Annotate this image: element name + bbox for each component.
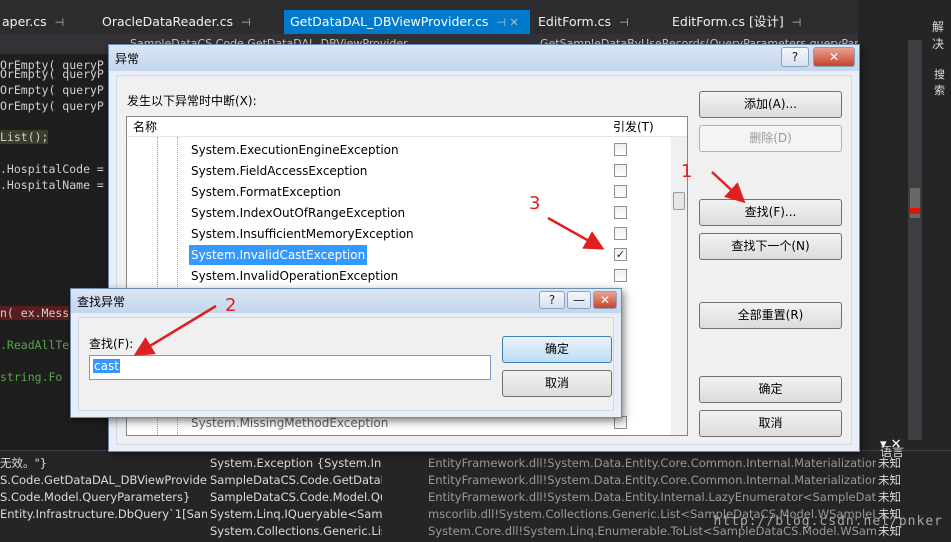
cell: EntityFramework.dll!System.Data.Entity.I… xyxy=(428,490,876,504)
minimize-button[interactable]: — xyxy=(567,291,591,309)
editor-scrollbar[interactable] xyxy=(908,40,922,440)
list-header: 名称 引发(T) xyxy=(127,117,687,137)
find-label: 查找(F): xyxy=(89,337,134,351)
tab-editform-designer[interactable]: EditForm.cs [设计] ⊣ xyxy=(666,10,807,34)
delete-button[interactable]: 删除(D) xyxy=(699,125,842,152)
cancel-button[interactable]: 取消 xyxy=(699,410,842,437)
close-button[interactable]: ✕ xyxy=(593,291,617,309)
dialog-title: 查找异常 xyxy=(77,295,126,309)
find-button[interactable]: 查找(F)... xyxy=(699,199,842,226)
list-item[interactable]: System.InvalidOperationException xyxy=(189,266,400,286)
cell: 未知 xyxy=(878,456,901,470)
tab-label: aper.cs xyxy=(2,14,47,29)
pin-icon[interactable]: ⊣ xyxy=(241,16,251,29)
list-item[interactable]: System.IndexOutOfRangeException xyxy=(189,203,407,223)
dialog-titlebar[interactable]: 查找异常 ? — ✕ xyxy=(71,289,621,313)
list-item[interactable]: System.FieldAccessException xyxy=(189,161,369,181)
code-line: n( ex.Mess xyxy=(0,306,70,320)
add-button[interactable]: 添加(A)... xyxy=(699,91,842,118)
search-label: 搜索 xyxy=(934,68,945,97)
tab-label: GetDataDAL_DBViewProvider.cs xyxy=(290,14,489,29)
column-header-name[interactable]: 名称 xyxy=(133,117,157,137)
thrown-checkbox[interactable] xyxy=(614,206,627,219)
code-line: OrEmpty( queryP xyxy=(0,83,104,97)
pin-icon[interactable]: ⊣ xyxy=(792,16,802,29)
pin-icon[interactable]: ⊣ xyxy=(55,16,65,29)
help-button[interactable]: ? xyxy=(781,47,809,67)
find-next-button[interactable]: 查找下一个(N) xyxy=(699,233,842,260)
cell: SampleDataCS.Code.Model.Que xyxy=(210,490,382,504)
pin-icon[interactable]: ⊣ xyxy=(619,16,629,29)
thrown-checkbox-checked[interactable]: ✓ xyxy=(614,248,627,261)
dialog-titlebar[interactable]: 异常 ? ✕ xyxy=(109,45,859,71)
table-row[interactable]: 无效。"} System.Exception {System.Invalid Ent… xyxy=(0,455,951,472)
cell: EntityFramework.dll!System.Data.Entity.C… xyxy=(428,456,876,470)
annotation-number: 3 xyxy=(529,193,541,214)
find-exception-dialog: 查找异常 ? — ✕ 查找(F): cast 确定 取消 2 xyxy=(70,288,622,418)
code-line: .HospitalName = xyxy=(0,178,104,192)
cell: S.Code.GetDataDAL_DBViewProvider} xyxy=(0,473,207,487)
scrollbar-thumb[interactable] xyxy=(673,192,685,210)
tab-oracle-data-reader[interactable]: OracleDataReader.cs ⊣ xyxy=(96,10,257,34)
code-line: .ReadAllTe xyxy=(0,338,70,352)
list-item[interactable]: System.InsufficientMemoryException xyxy=(189,224,416,244)
pane-title: 解决 xyxy=(932,20,945,51)
find-input[interactable]: cast xyxy=(89,355,491,380)
cell: System.Collections.Generic.List< xyxy=(210,524,382,538)
table-row[interactable]: S.Code.Model.QueryParameters} SampleDataC… xyxy=(0,489,951,506)
find-input-value: cast xyxy=(93,359,120,373)
editor-tab-bar: aper.cs ⊣ OracleDataReader.cs ⊣ GetDataDAL… xyxy=(0,0,951,34)
tab-label: OracleDataReader.cs xyxy=(102,14,233,29)
reset-all-button[interactable]: 全部重置(R) xyxy=(699,302,842,329)
tab-editform[interactable]: EditForm.cs ⊣ xyxy=(532,10,635,34)
list-item[interactable]: System.FormatException xyxy=(189,182,343,202)
tab-label: EditForm.cs xyxy=(538,14,612,29)
ok-button[interactable]: 确定 xyxy=(502,336,612,363)
cell: System.Linq.IQueryable<Sample xyxy=(210,507,382,521)
cell: SampleDataCS.Code.GetDataDAL xyxy=(210,473,382,487)
code-line: OrEmpty( queryP xyxy=(0,67,104,81)
help-button[interactable]: ? xyxy=(539,291,565,309)
thrown-checkbox[interactable] xyxy=(614,185,627,198)
cell: Entity.Infrastructure.DbQuery`1[SampleD xyxy=(0,507,207,521)
watermark: http://blog.csdn.net/pnker xyxy=(713,514,943,529)
close-tab-icon[interactable]: ⊣ ✕ xyxy=(496,16,518,29)
code-line: .HospitalCode = xyxy=(0,162,104,176)
tab-label: EditForm.cs [设计] xyxy=(672,14,784,29)
cell: System.Exception {System.Invalid xyxy=(210,456,382,470)
list-item[interactable]: System.ExecutionEngineException xyxy=(189,140,401,160)
column-header-thrown[interactable]: 引发(T) xyxy=(613,117,654,137)
annotation-number: 1 xyxy=(681,161,693,182)
close-button[interactable]: ✕ xyxy=(813,47,855,67)
cell: 未知 xyxy=(878,490,901,504)
code-line: List(); xyxy=(0,130,49,144)
ok-button[interactable]: 确定 xyxy=(699,376,842,403)
thrown-checkbox[interactable] xyxy=(614,164,627,177)
annotation-number: 2 xyxy=(225,295,237,316)
cell: 无效。"} xyxy=(0,456,48,470)
break-when-label: 发生以下异常时中断(X): xyxy=(127,94,257,108)
error-marker xyxy=(910,208,920,214)
thrown-checkbox[interactable] xyxy=(614,269,627,282)
list-item-selected[interactable]: System.InvalidCastException xyxy=(189,245,368,265)
tab-aper[interactable]: aper.cs ⊣ xyxy=(0,10,70,34)
cell: EntityFramework.dll!System.Data.Entity.C… xyxy=(428,473,876,487)
solution-explorer-pane: 解决 搜索 xyxy=(858,0,951,450)
thrown-checkbox[interactable] xyxy=(614,227,627,240)
tab-getdatadal-dbviewprovider[interactable]: GetDataDAL_DBViewProvider.cs ⊣ ✕ xyxy=(284,10,530,34)
dialog-title: 异常 xyxy=(115,52,140,66)
cell: S.Code.Model.QueryParameters} xyxy=(0,490,191,504)
table-row[interactable]: S.Code.GetDataDAL_DBViewProvider} SampleD… xyxy=(0,472,951,489)
cancel-button[interactable]: 取消 xyxy=(502,370,612,397)
code-line: OrEmpty( queryP xyxy=(0,99,104,113)
code-line: string.Fo xyxy=(0,370,63,384)
cell: 未知 xyxy=(878,473,901,487)
thrown-checkbox[interactable] xyxy=(614,143,627,156)
